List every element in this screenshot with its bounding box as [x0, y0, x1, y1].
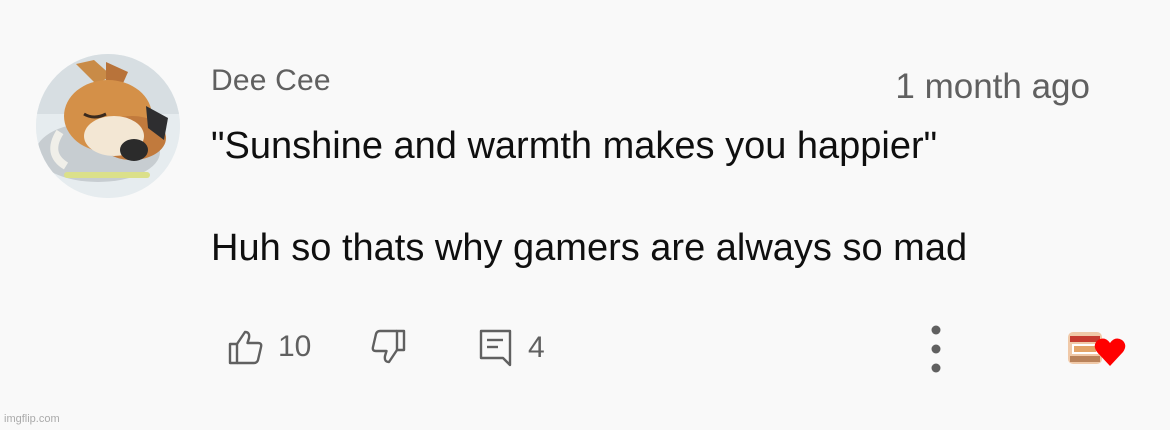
shiba-dog-image	[36, 54, 180, 198]
avatar[interactable]	[36, 54, 180, 198]
comment-icon	[478, 328, 514, 368]
like-button[interactable]: 10	[226, 328, 311, 366]
comment-text-line: "Sunshine and warmth makes you happier"	[211, 125, 938, 167]
more-vert-icon	[931, 325, 941, 373]
watermark: imgflip.com	[4, 413, 60, 425]
thumbs-up-icon	[226, 328, 264, 366]
more-options-button[interactable]	[920, 322, 952, 376]
like-count: 10	[278, 330, 312, 363]
comment-text-line: Huh so thats why gamers are always so ma…	[211, 227, 968, 269]
creator-heart-badge	[1066, 328, 1128, 368]
dislike-button[interactable]	[370, 328, 408, 366]
reply-count: 4	[528, 331, 545, 364]
thumbs-down-icon	[370, 328, 408, 366]
reply-button[interactable]: 4	[478, 328, 545, 368]
comment-timestamp[interactable]: 1 month ago	[895, 67, 1090, 107]
comment-card: Dee Cee 1 month ago "Sunshine and warmth…	[0, 0, 1170, 430]
comment-author[interactable]: Dee Cee	[211, 64, 331, 98]
